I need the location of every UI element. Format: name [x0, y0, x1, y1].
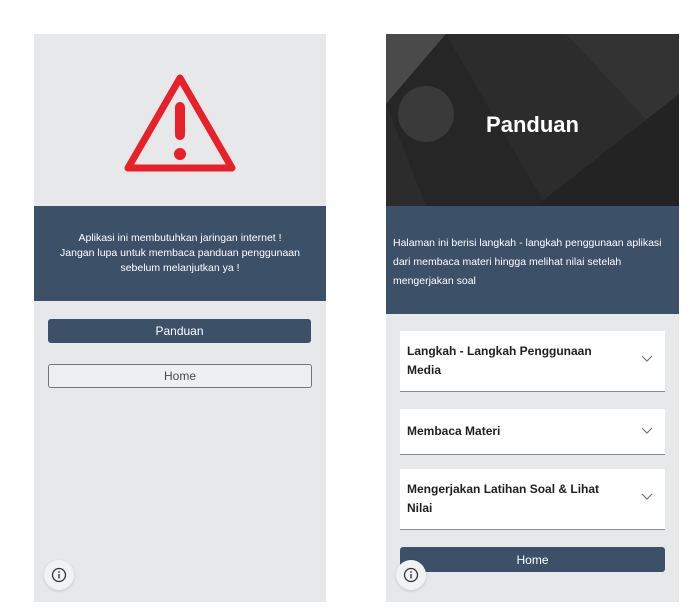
page-title: Panduan	[486, 112, 579, 137]
accordion-item-membaca-materi[interactable]: Membaca Materi	[400, 409, 665, 455]
accordion-label: Mengerjakan Latihan Soal & Lihat Nilai	[407, 482, 600, 515]
chevron-down-icon	[641, 493, 653, 500]
info-icon	[403, 567, 419, 583]
chevron-down-icon	[641, 427, 653, 434]
chevron-down-icon	[641, 355, 653, 362]
header-hero: Panduan	[386, 34, 679, 206]
accordion-label: Langkah - Langkah Penggunaan Media	[407, 344, 592, 377]
notice-banner: Aplikasi ini membutuhkan jaringan intern…	[34, 206, 326, 301]
accordion-label: Membaca Materi	[407, 424, 501, 438]
warning-area	[34, 34, 326, 206]
home-button[interactable]: Home	[400, 547, 665, 572]
notice-text: Aplikasi ini membutuhkan jaringan intern…	[60, 232, 300, 274]
accordion-item-langkah[interactable]: Langkah - Langkah Penggunaan Media	[400, 331, 665, 392]
home-button[interactable]: Home	[48, 364, 312, 388]
info-button[interactable]	[44, 560, 74, 590]
description-banner: Halaman ini berisi langkah - langkah pen…	[386, 206, 679, 314]
panduan-button[interactable]: Panduan	[48, 319, 311, 343]
warning-triangle-icon	[124, 74, 236, 172]
home-screen: Aplikasi ini membutuhkan jaringan intern…	[34, 34, 326, 602]
info-icon	[51, 567, 67, 583]
description-text: Halaman ini berisi langkah - langkah pen…	[393, 237, 662, 287]
panduan-screen: Panduan Halaman ini berisi langkah - lan…	[386, 34, 679, 602]
info-button[interactable]	[396, 560, 426, 590]
accordion-item-latihan-soal[interactable]: Mengerjakan Latihan Soal & Lihat Nilai	[400, 469, 665, 530]
